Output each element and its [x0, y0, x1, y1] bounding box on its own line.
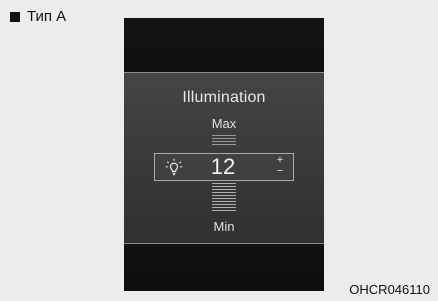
- decrease-button[interactable]: −: [275, 166, 285, 177]
- screen-top-band: [124, 18, 324, 72]
- bulb-icon: [165, 158, 183, 176]
- figure-caption: Тип А: [10, 8, 66, 25]
- illumination-value: 12: [210, 154, 236, 179]
- caption-label: Тип А: [27, 8, 67, 25]
- illumination-title: Illumination: [182, 89, 266, 106]
- caption-bullet: [10, 11, 20, 22]
- illumination-level-control[interactable]: 12 + −: [154, 153, 294, 181]
- max-label: Max: [211, 116, 237, 131]
- lower-level-ticks: [212, 183, 236, 213]
- figure-code: OHCR046110: [349, 282, 430, 297]
- cluster-screen: Illumination Max 12 + − Min: [124, 18, 324, 291]
- upper-level-ticks: [212, 135, 236, 147]
- illumination-panel: Illumination Max 12 + − Min: [124, 72, 324, 244]
- min-label: Min: [213, 219, 235, 234]
- screen-bottom-band: [124, 244, 324, 291]
